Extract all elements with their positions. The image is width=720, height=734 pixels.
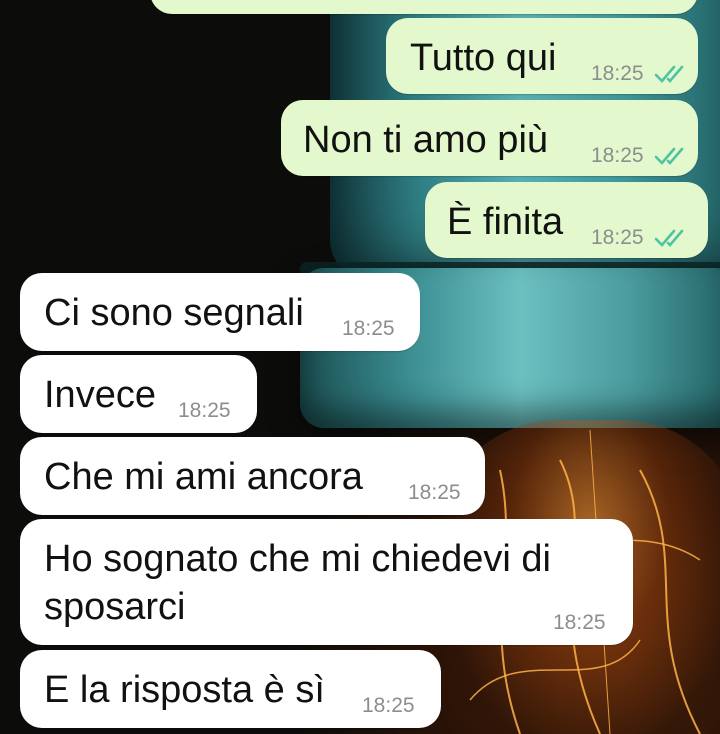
message-time: 18:25 bbox=[362, 694, 415, 717]
message-text: Ci sono segnali bbox=[44, 292, 304, 334]
message-list[interactable]: Tutto qui 18:25 Non ti amo più 18:25 È f… bbox=[0, 0, 720, 734]
message-bubble-partial[interactable] bbox=[150, 0, 698, 14]
message-text: Tutto qui bbox=[410, 37, 557, 79]
message-text: Non ti amo più bbox=[303, 119, 549, 161]
message-bubble-incoming[interactable]: E la risposta è sì 18:25 bbox=[20, 650, 441, 728]
message-bubble-outgoing[interactable]: Tutto qui 18:25 bbox=[386, 18, 698, 94]
message-time: 18:25 bbox=[342, 317, 395, 340]
message-text-line-1: Ho sognato che mi chiedevi di bbox=[44, 538, 551, 580]
message-text: Che mi ami ancora bbox=[44, 456, 363, 498]
message-text: È finita bbox=[447, 201, 564, 243]
message-time: 18:25 bbox=[553, 611, 606, 634]
message-bubble-incoming[interactable]: Invece 18:25 bbox=[20, 355, 257, 433]
message-time: 18:25 bbox=[408, 481, 461, 504]
message-time: 18:25 bbox=[178, 399, 231, 422]
message-bubble-incoming[interactable]: Ho sognato che mi chiedevi di sposarci 1… bbox=[20, 519, 633, 645]
message-time: 18:25 bbox=[591, 62, 644, 85]
message-bubble-outgoing[interactable]: È finita 18:25 bbox=[425, 182, 708, 258]
message-time: 18:25 bbox=[591, 144, 644, 167]
message-text: Invece bbox=[44, 374, 156, 416]
message-bubble-incoming[interactable]: Che mi ami ancora 18:25 bbox=[20, 437, 485, 515]
double-check-icon bbox=[654, 147, 684, 165]
message-text-line-2: sposarci bbox=[44, 586, 186, 628]
message-bubble-outgoing[interactable]: Non ti amo più 18:25 bbox=[281, 100, 698, 176]
double-check-icon bbox=[654, 65, 684, 83]
message-text: E la risposta è sì bbox=[44, 669, 325, 711]
double-check-icon bbox=[654, 229, 684, 247]
message-bubble-incoming[interactable]: Ci sono segnali 18:25 bbox=[20, 273, 420, 351]
message-time: 18:25 bbox=[591, 226, 644, 249]
